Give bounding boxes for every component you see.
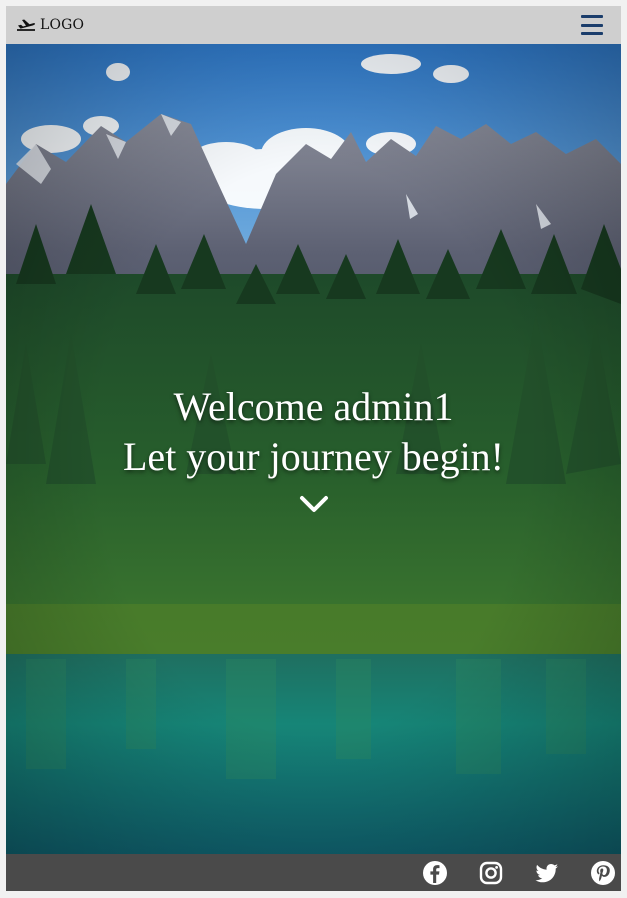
twitter-icon[interactable] xyxy=(534,860,560,886)
facebook-icon[interactable] xyxy=(422,860,448,886)
pinterest-icon[interactable] xyxy=(590,860,616,886)
tagline-text: Let your journey begin! xyxy=(123,434,504,479)
hero-heading: Welcome admin1 Let your journey begin! xyxy=(6,382,621,482)
airplane-icon xyxy=(16,18,36,32)
logo[interactable]: LOGO xyxy=(16,17,84,33)
hero-section: Welcome admin1 Let your journey begin! xyxy=(6,44,621,854)
page-frame: LOGO Welcome admin1 Let your journey beg… xyxy=(6,6,621,891)
footer-bar xyxy=(6,854,621,891)
hamburger-menu-icon[interactable] xyxy=(581,15,603,35)
logo-text: LOGO xyxy=(40,17,85,33)
instagram-icon[interactable] xyxy=(478,860,504,886)
chevron-down-icon[interactable] xyxy=(298,492,330,516)
welcome-text: Welcome admin1 xyxy=(173,384,454,429)
top-nav-bar: LOGO xyxy=(6,6,621,44)
